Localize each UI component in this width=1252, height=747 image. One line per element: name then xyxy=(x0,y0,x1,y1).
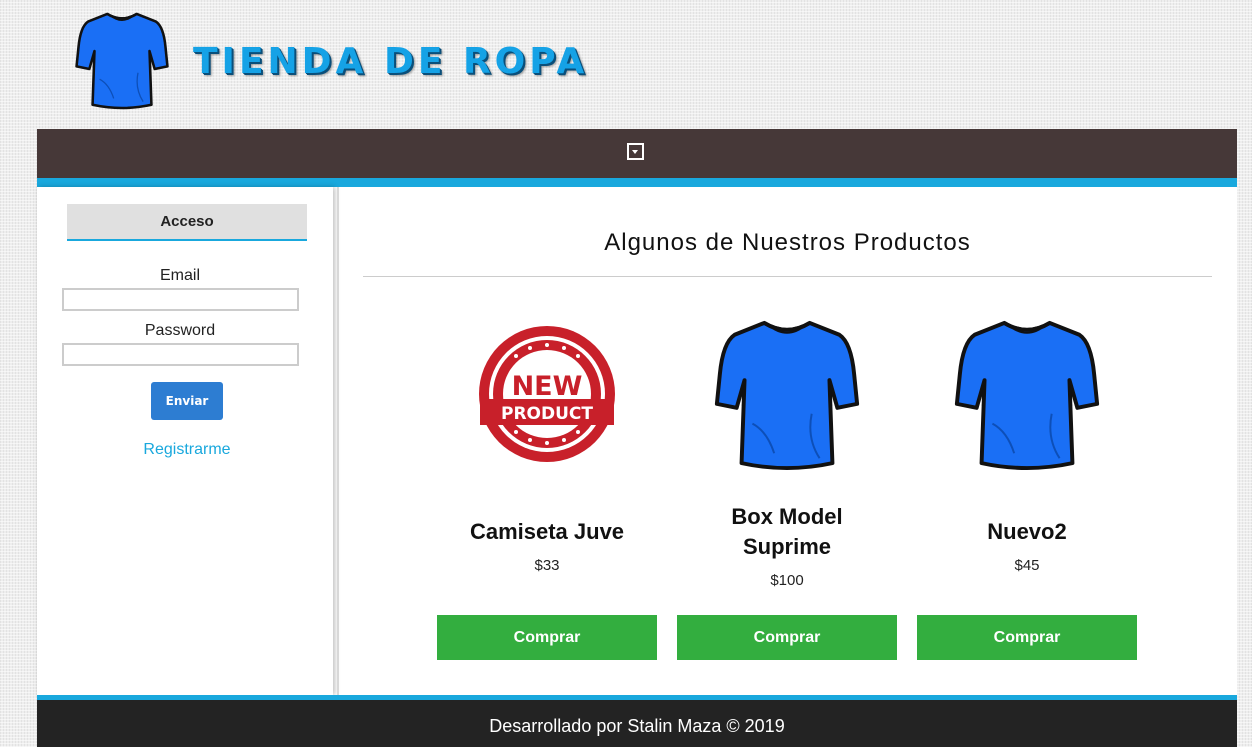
site-header: TIENDA DE ROPA xyxy=(0,0,1252,129)
product-card: Box Model Suprime $100 Comprar xyxy=(677,315,897,660)
products-heading: Algunos de Nuestros Productos xyxy=(604,229,971,256)
site-title: TIENDA DE ROPA xyxy=(193,41,589,82)
register-link[interactable]: Registrarme xyxy=(97,441,277,459)
svg-text:NEW: NEW xyxy=(512,371,583,402)
heading-divider xyxy=(363,276,1212,277)
product-card: NEW PRODUCT Camiseta Juve $33 Comprar xyxy=(437,315,657,660)
blue-tshirt-image xyxy=(714,320,860,471)
product-price: $33 xyxy=(534,557,560,574)
svg-text:PRODUCT: PRODUCT xyxy=(501,404,593,424)
product-name: Box Model Suprime xyxy=(731,504,843,559)
email-label: Email xyxy=(159,267,200,284)
blue-tshirt-image xyxy=(954,320,1100,471)
buy-button[interactable]: Comprar xyxy=(677,615,897,660)
product-name: Camiseta Juve xyxy=(469,519,625,544)
password-field[interactable] xyxy=(62,343,299,366)
accent-bar xyxy=(37,178,1237,187)
email-field[interactable] xyxy=(62,288,299,311)
buy-button[interactable]: Comprar xyxy=(917,615,1137,660)
tshirt-icon xyxy=(75,12,169,110)
login-heading: Acceso xyxy=(67,204,307,241)
site-footer: Desarrollado por Stalin Maza © 2019 xyxy=(37,700,1237,747)
sidebar-divider xyxy=(337,187,339,695)
buy-button[interactable]: Comprar xyxy=(437,615,657,660)
new-product-stamp-image: NEW PRODUCT xyxy=(479,326,615,462)
footer-credit: Desarrollado por Stalin Maza © 2019 xyxy=(489,716,785,736)
product-name: Nuevo2 xyxy=(987,519,1067,544)
product-price: $45 xyxy=(1014,557,1040,574)
dropdown-menu-icon[interactable] xyxy=(627,143,644,160)
password-label: Password xyxy=(144,322,216,339)
product-price: $100 xyxy=(770,572,804,589)
main-content: Acceso Email Password Enviar Registrarme… xyxy=(37,187,1237,695)
login-sidebar: Acceso Email Password Enviar Registrarme xyxy=(37,187,333,695)
product-card: Nuevo2 $45 Comprar xyxy=(917,315,1137,660)
send-button[interactable]: Enviar xyxy=(151,382,223,420)
navbar xyxy=(37,129,1237,178)
